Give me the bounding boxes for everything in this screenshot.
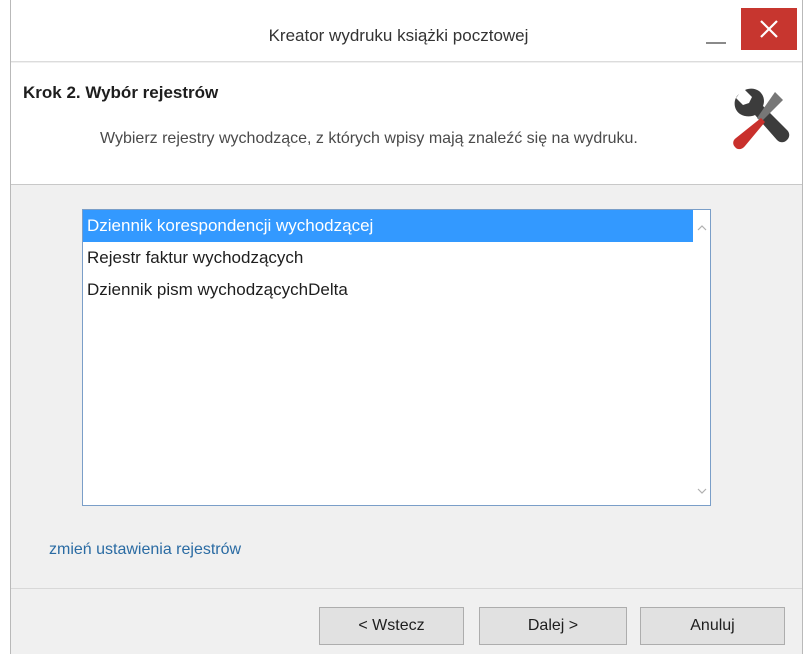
scroll-down-button[interactable] [693, 481, 710, 501]
close-icon [760, 20, 778, 38]
list-item[interactable]: Dziennik pism wychodzącychDelta [83, 274, 710, 306]
vertical-scrollbar[interactable] [693, 210, 710, 505]
step-description: Wybierz rejestry wychodzące, z których w… [100, 130, 638, 147]
registers-list[interactable]: Dziennik korespondencji wychodzącej Reje… [82, 209, 711, 506]
list-item[interactable]: Rejestr faktur wychodzących [83, 242, 710, 274]
cancel-button[interactable]: Anuluj [640, 607, 785, 645]
tools-icon [733, 88, 790, 150]
window-title: Kreator wydruku książki pocztowej [268, 26, 529, 45]
footer-divider [11, 588, 802, 589]
title-bar: Kreator wydruku książki pocztowej [11, 0, 802, 62]
minimize-button[interactable] [694, 12, 740, 58]
wizard-window: Kreator wydruku książki pocztowej Krok 2… [10, 0, 803, 654]
next-button[interactable]: Dalej > [479, 607, 627, 645]
close-button[interactable] [741, 8, 797, 50]
step-title: Krok 2. Wybór rejestrów [23, 83, 219, 102]
wizard-header: Krok 2. Wybór rejestrów Wybierz rejestry… [11, 63, 802, 185]
chevron-down-icon [697, 488, 706, 494]
change-settings-link[interactable]: zmień ustawienia rejestrów [49, 541, 241, 559]
list-item[interactable]: Dziennik korespondencji wychodzącej [83, 210, 710, 242]
back-button[interactable]: < Wstecz [319, 607, 464, 645]
scroll-up-button[interactable] [693, 218, 710, 238]
chevron-up-icon [697, 225, 706, 231]
